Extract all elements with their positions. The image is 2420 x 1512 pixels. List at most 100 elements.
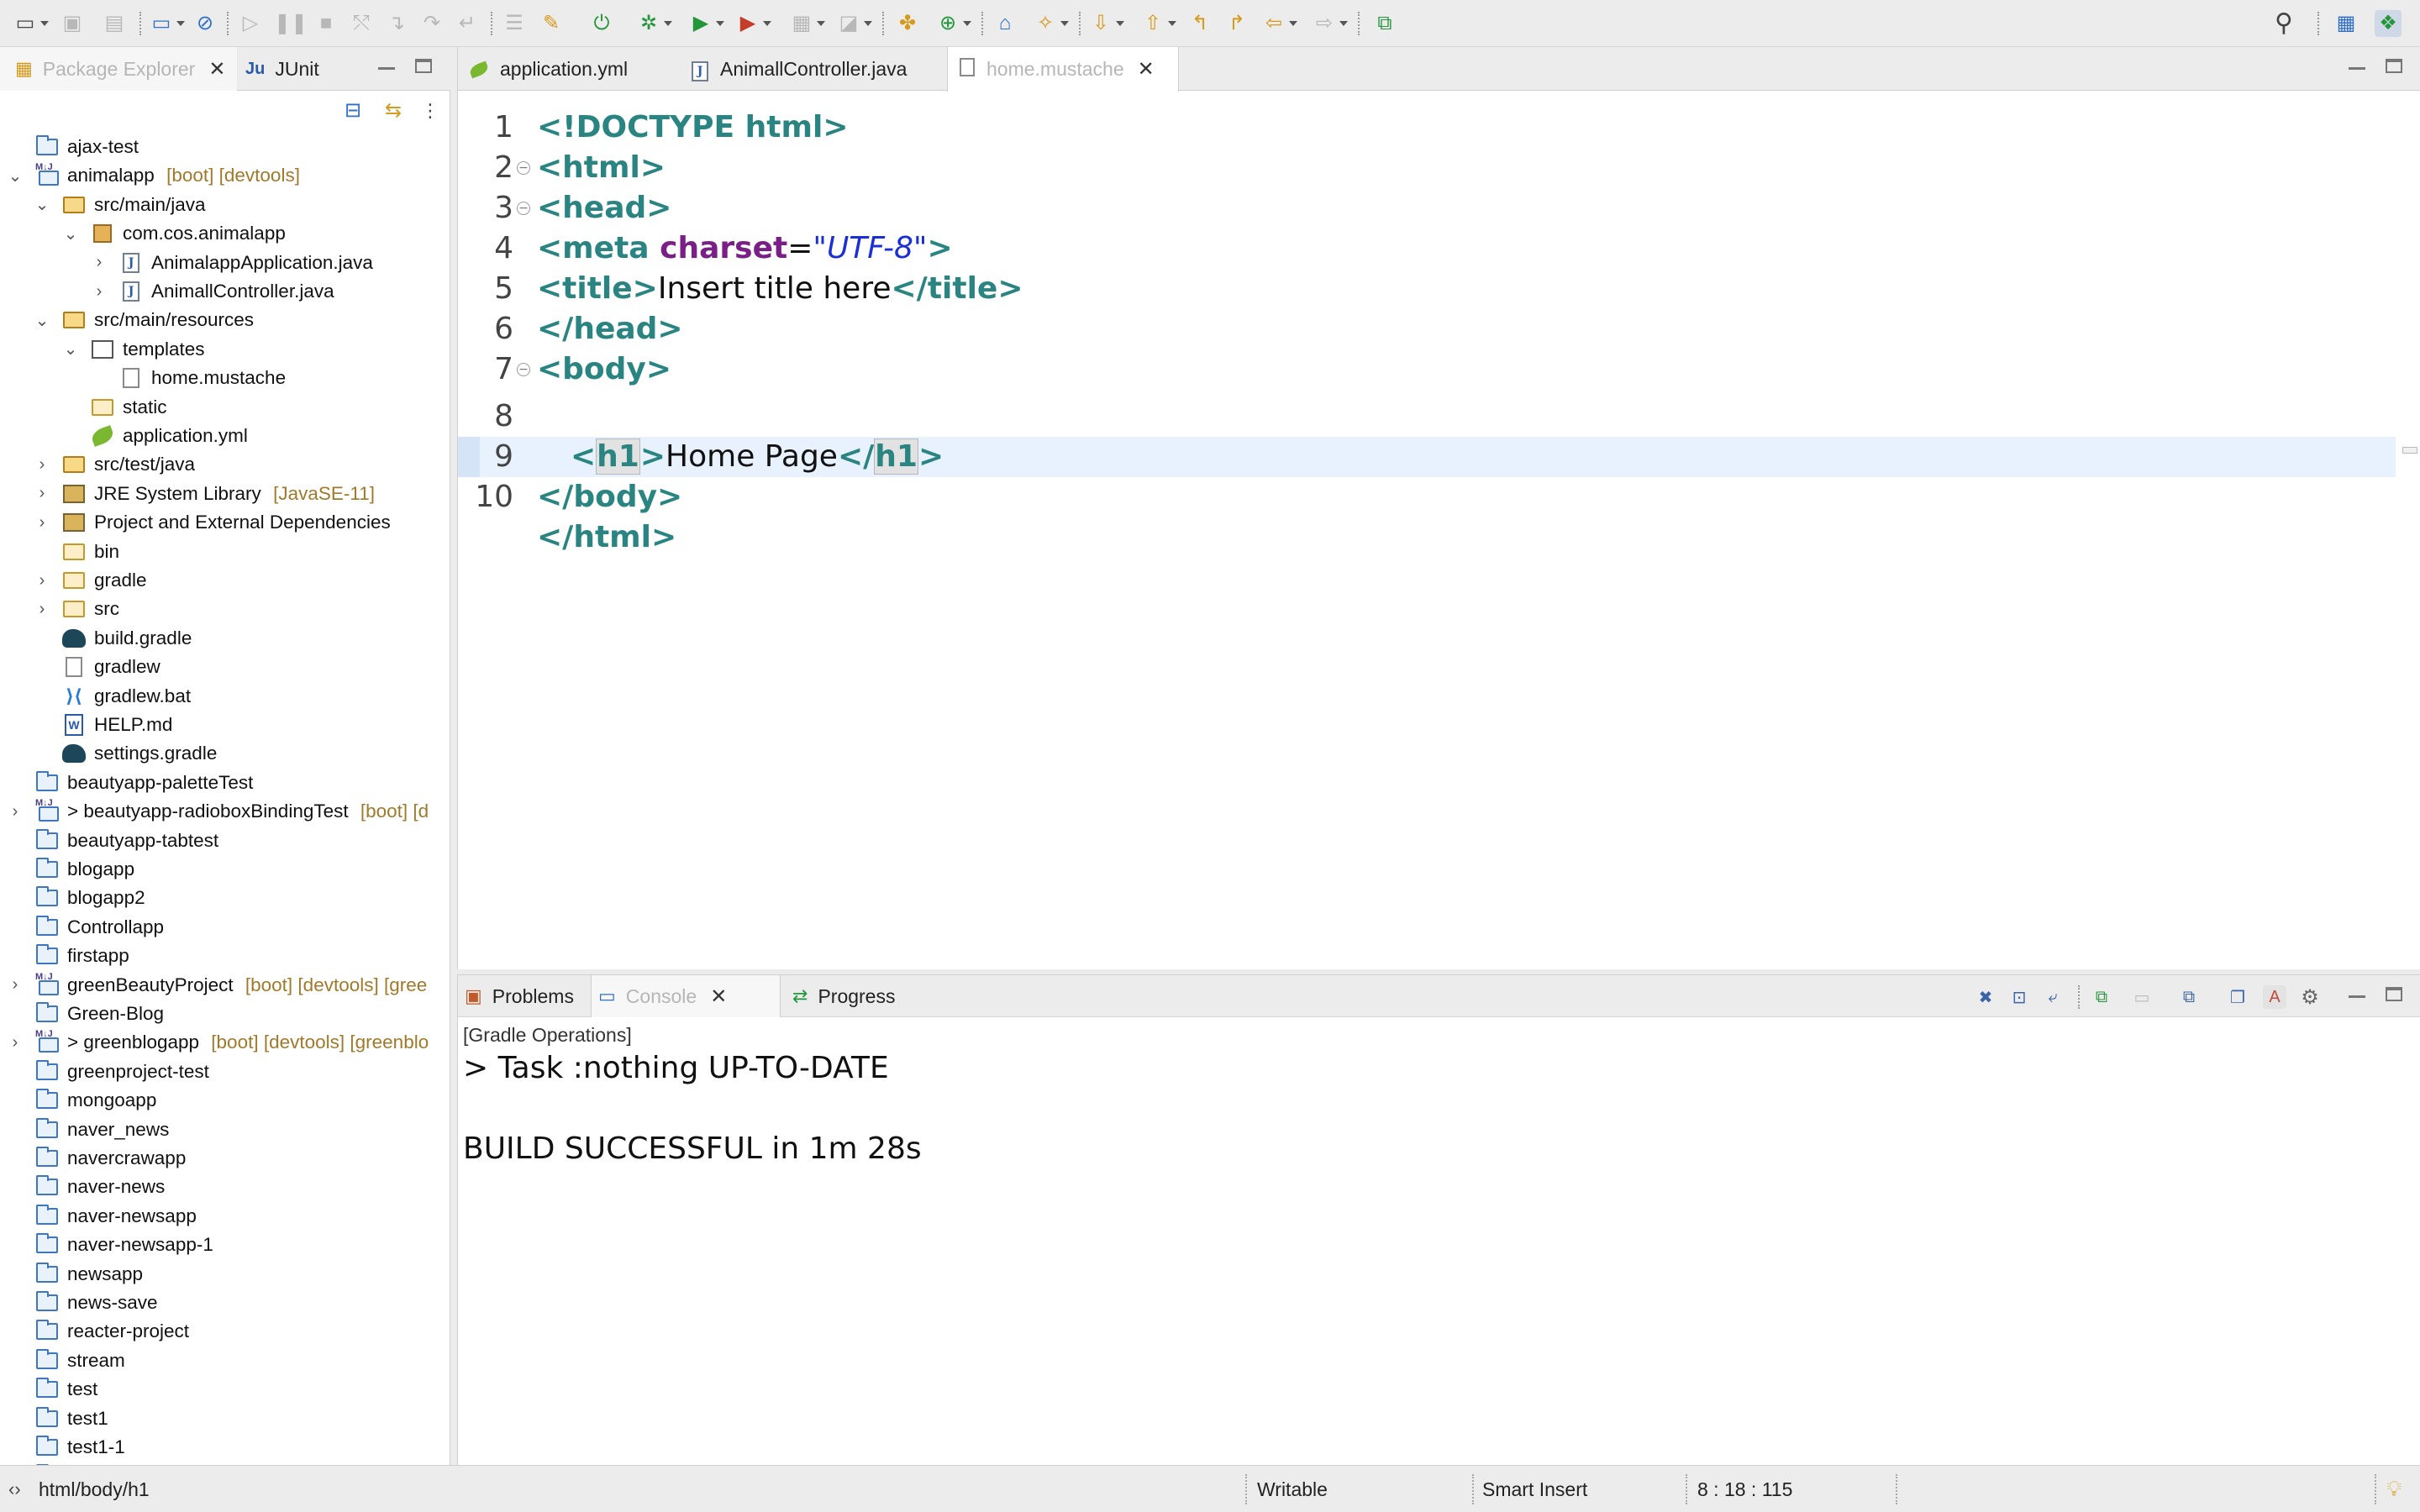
link-with-editor-icon[interactable]: ⇆ <box>380 97 407 124</box>
chevron-right-icon[interactable]: › <box>34 455 50 474</box>
tree-item[interactable]: blogapp <box>0 855 450 884</box>
format-icon[interactable]: A <box>2263 985 2286 1009</box>
tree-item[interactable]: ajax-test <box>0 133 450 161</box>
tree-item[interactable]: W HELP.md <box>0 711 450 739</box>
close-icon[interactable]: ✕ <box>710 984 727 1009</box>
tree-item[interactable]: gradlew <box>0 653 450 681</box>
save-all-icon[interactable]: ▤ <box>101 10 128 37</box>
chevron-right-icon[interactable]: › <box>7 1033 24 1052</box>
tree-item[interactable]: › M↓J > beautyapp-radioboxBindingTest [boo… <box>0 797 450 826</box>
chevron-down-icon[interactable]: ⌄ <box>62 340 79 359</box>
collapse-all-icon[interactable]: ⊟ <box>339 97 366 124</box>
display-console-icon[interactable]: ▭ <box>2130 985 2154 1009</box>
next-edit-icon[interactable]: ↱ <box>1223 10 1250 37</box>
save-icon[interactable]: ▣ <box>59 10 86 37</box>
disconnect-icon[interactable]: ⤲ <box>348 10 375 37</box>
terminate-icon[interactable]: ■ <box>313 10 339 37</box>
spring-boot-icon[interactable]: ⏻ <box>588 10 615 37</box>
chevron-down-icon[interactable]: ⌄ <box>34 312 50 330</box>
tree-item[interactable]: test1-1 <box>0 1433 450 1462</box>
tree-item[interactable]: newsapp <box>0 1260 450 1289</box>
tree-item[interactable]: › gradle <box>0 566 450 595</box>
tree-item[interactable]: naver-news <box>0 1173 450 1201</box>
new-wizard-icon[interactable]: ▭ <box>12 10 49 37</box>
new-java-package-icon[interactable]: ✤ <box>894 10 921 37</box>
tree-item[interactable]: naver-newsapp-1 <box>0 1231 450 1259</box>
tree-item[interactable]: ⌄ src/main/java <box>0 191 450 219</box>
fold-toggle-icon[interactable]: − <box>517 363 530 376</box>
new-java-class-icon[interactable]: ⊕ <box>934 10 971 37</box>
tree-item[interactable]: Controllapp <box>0 913 450 942</box>
skip-breakpoints-icon[interactable]: ⊘ <box>192 10 218 37</box>
maximize-icon[interactable] <box>2386 59 2402 73</box>
word-wrap-icon[interactable]: ⤶ <box>2041 985 2065 1009</box>
tree-item[interactable]: test <box>0 1375 450 1404</box>
tree-item[interactable]: › J AnimallController.java <box>0 277 450 306</box>
minimize-icon[interactable] <box>2349 995 2365 998</box>
toggle-mark-icon[interactable]: ✎ <box>538 10 565 37</box>
open-perspective-icon[interactable]: ▦ <box>2333 10 2360 37</box>
open-console-icon[interactable]: ⧉ <box>2177 985 2201 1009</box>
console-output[interactable]: [Gradle Operations] > Task :nothing UP-T… <box>458 1017 2420 1466</box>
chevron-right-icon[interactable]: › <box>7 802 24 821</box>
tree-item[interactable]: blogapp2 <box>0 884 450 912</box>
tree-item[interactable]: ⌄ templates <box>0 335 450 364</box>
tab-problems[interactable]: ▣ Problems <box>458 975 589 1017</box>
scroll-lock-icon[interactable]: ⊡ <box>2007 985 2031 1009</box>
tree-item[interactable]: naver_news <box>0 1116 450 1144</box>
tree-item[interactable]: › src <box>0 595 450 623</box>
search-icon[interactable]: ⚲ <box>2270 10 2297 37</box>
remove-launch-icon[interactable]: ✖ <box>1974 985 1997 1009</box>
run-icon[interactable]: ▶ <box>687 10 724 37</box>
resume-icon[interactable]: ▷ <box>237 10 264 37</box>
tree-item[interactable]: beautyapp-paletteTest <box>0 769 450 797</box>
outline-icon[interactable]: ☰ <box>501 10 528 37</box>
tree-item[interactable]: static <box>0 393 450 422</box>
chevron-right-icon[interactable]: › <box>34 600 50 618</box>
back-icon[interactable]: ⇦ <box>1260 10 1297 37</box>
tree-item[interactable]: home.mustache <box>0 364 450 392</box>
tree-item[interactable]: ⌄ com.cos.animalapp <box>0 219 450 248</box>
tree-item[interactable]: beautyapp-tabtest <box>0 827 450 855</box>
search-tools-icon[interactable]: ✧ <box>1032 10 1069 37</box>
tree-item[interactable]: bin <box>0 538 450 566</box>
tab-home-mustache[interactable]: home.mustache ✕ <box>947 47 1179 92</box>
profile-icon[interactable]: ◪ <box>835 10 872 37</box>
terminal-icon[interactable]: ▭ <box>148 10 185 37</box>
forward-icon[interactable]: ⇨ <box>1311 10 1348 37</box>
copy-icon[interactable]: ❐ <box>2226 985 2249 1009</box>
fold-toggle-icon[interactable]: − <box>517 161 530 175</box>
tree-item[interactable]: › J AnimalappApplication.java <box>0 249 450 277</box>
tree-item[interactable]: ⌄ M↓J animalapp [boot] [devtools] <box>0 161 450 190</box>
debug-icon[interactable]: ✲ <box>635 10 672 37</box>
code-editor[interactable]: 1 2 3 4 5 6 7 8 9 10 − − − <!DOCTYPE htm… <box>458 91 2420 969</box>
tree-item[interactable]: mongoapp <box>0 1086 450 1115</box>
next-annotation-icon[interactable]: ⇩ <box>1087 10 1124 37</box>
tab-package-explorer[interactable]: ▦ Package Explorer ✕ <box>0 47 237 91</box>
open-type-icon[interactable]: ⌂ <box>992 10 1018 37</box>
fold-toggle-icon[interactable]: − <box>517 202 530 215</box>
tree-item[interactable]: › M↓J > greenblogapp [boot] [devtools] [gr… <box>0 1028 450 1057</box>
lightbulb-icon[interactable]: 💡︎ <box>2386 1466 2402 1512</box>
breadcrumb[interactable]: html/body/h1 <box>39 1466 150 1512</box>
step-into-icon[interactable]: ↴ <box>383 10 410 37</box>
last-edit-location-icon[interactable]: ↰ <box>1186 10 1213 37</box>
tree-item[interactable]: ⌄ src/main/resources <box>0 306 450 334</box>
tree-item[interactable]: › M↓J greenBeautyProject [boot] [devtools]… <box>0 971 450 1000</box>
tree-item[interactable]: › JRE System Library [JavaSE-11] <box>0 480 450 508</box>
chevron-right-icon[interactable]: › <box>7 975 24 994</box>
tree-item[interactable]: news-save <box>0 1289 450 1317</box>
chevron-right-icon[interactable]: › <box>91 282 108 301</box>
close-icon[interactable]: ✕ <box>208 57 225 81</box>
close-icon[interactable]: ✕ <box>1138 57 1155 81</box>
tree-item[interactable]: › src/test/java <box>0 450 450 479</box>
maximize-icon[interactable] <box>2386 987 2402 1001</box>
settings-gear-icon[interactable]: ⚙ <box>2298 985 2322 1009</box>
tab-junit[interactable]: Ju JUnit <box>245 47 371 91</box>
coverage-icon[interactable]: ▦ <box>788 10 825 37</box>
tree-item[interactable]: settings.gradle <box>0 739 450 768</box>
run-external-icon[interactable]: ▶ <box>734 10 771 37</box>
step-return-icon[interactable]: ↵ <box>454 10 481 37</box>
maximize-icon[interactable] <box>415 59 432 73</box>
chevron-right-icon[interactable]: › <box>34 571 50 590</box>
